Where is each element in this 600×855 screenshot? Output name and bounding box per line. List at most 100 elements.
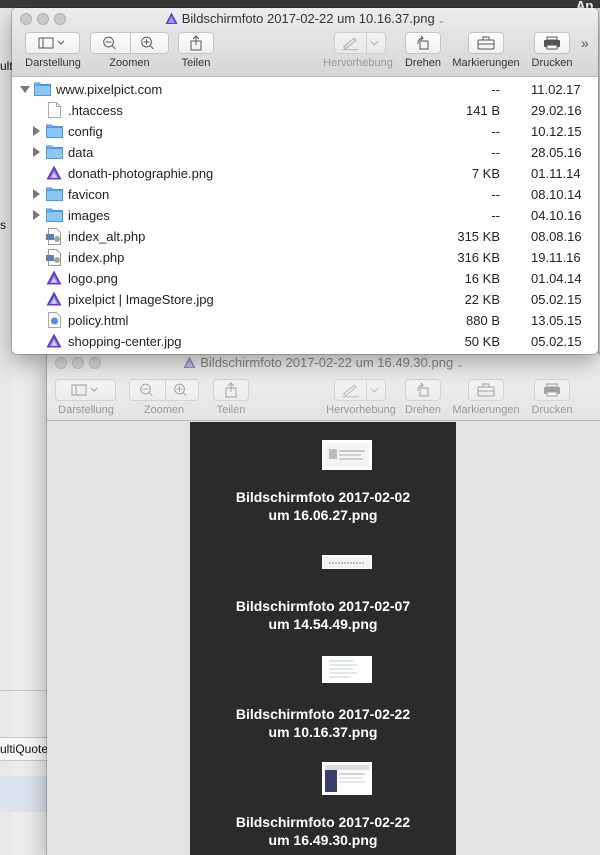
thumbnail-1-label: Bildschirmfoto 2017-02-02 um 16.06.27.png [235,489,411,523]
file-row[interactable]: config -- 10.12.15 [12,121,598,142]
highlight-button[interactable] [334,379,386,401]
thumbnail-3-label: Bildschirmfoto 2017-02-22 um 10.16.37.png [235,706,411,740]
print-label: Drucken [531,404,573,416]
document-icon [48,102,65,119]
file-size: -- [491,208,500,223]
affinity-image-icon [165,12,178,28]
titlebar[interactable]: Bildschirmfoto 2017-02-22 um 16.49.30.pn… [47,352,600,421]
printer-icon [544,383,560,397]
file-date: 08.08.16 [531,229,582,244]
thumbnail-3[interactable] [322,656,372,683]
view-button[interactable] [55,379,116,401]
printer-icon [544,36,560,50]
chevron-down-icon[interactable]: ⌄ [438,15,446,25]
share-label: Teilen [216,404,246,416]
file-size: 880 B [466,313,500,328]
markup-button[interactable] [468,32,504,54]
markup-button[interactable] [468,379,504,401]
folder-icon [46,207,63,224]
rotate-icon [417,35,429,50]
file-date: 04.10.16 [531,208,582,223]
file-row[interactable]: donath-photographie.png 7 KB 01.11.14 [12,163,598,184]
markup-label: Markierungen [452,57,520,69]
print-button[interactable] [534,379,570,401]
file-row[interactable]: www.pixelpict.com -- 11.02.17 [12,79,598,100]
file-list[interactable]: www.pixelpict.com -- 11.02.17 .htaccess 141 … [12,77,598,354]
thumbnail-image [325,443,369,467]
file-row[interactable]: policy.html 880 B 13.05.15 [12,310,598,331]
file-row[interactable]: data -- 28.05.16 [12,142,598,163]
folder-icon [34,81,51,98]
view-label: Darstellung [25,57,81,69]
disclosure-triangle-collapsed-icon[interactable] [33,147,40,157]
view-button[interactable] [25,32,80,54]
file-date: 13.05.15 [531,313,582,328]
toolbar-overflow-button[interactable]: » [581,35,589,51]
file-name: shopping-center.jpg [68,334,182,349]
disclosure-triangle-collapsed-icon[interactable] [33,126,40,136]
share-icon [190,35,202,51]
file-size: 315 KB [457,229,500,244]
disclosure-triangle-collapsed-icon[interactable] [33,189,40,199]
file-size: -- [491,145,500,160]
background-label-quote: ultiQuote [0,742,49,756]
preview-window-front[interactable]: Bildschirmfoto 2017-02-22 um 10.16.37.pn… [12,8,598,354]
affinity-image-icon [46,291,63,308]
titlebar[interactable]: Bildschirmfoto 2017-02-22 um 10.16.37.pn… [12,8,598,77]
chevron-down-icon[interactable]: ⌄ [456,359,464,369]
thumbnail-4[interactable] [322,762,372,795]
print-button[interactable] [534,32,570,54]
thumbnail-2[interactable] [322,555,372,569]
file-row[interactable]: images -- 04.10.16 [12,205,598,226]
zoom-icons [140,383,187,397]
file-size: 141 B [466,103,500,118]
window-title: Bildschirmfoto 2017-02-22 um 10.16.37.pn… [12,11,598,28]
file-row[interactable]: favicon -- 08.10.14 [12,184,598,205]
window-title-text: Bildschirmfoto 2017-02-22 um 16.49.30.pn… [200,355,454,370]
php-file-icon [46,228,63,245]
rotate-button[interactable] [405,379,441,401]
file-name: index_alt.php [68,229,146,244]
file-row[interactable]: index.php 316 KB 19.11.16 [12,247,598,268]
disclosure-triangle-expanded-icon[interactable] [20,86,30,93]
file-row[interactable]: pixelpict | ImageStore.jpg 22 KB 05.02.15 [12,289,598,310]
thumbnail-2-label: Bildschirmfoto 2017-02-07 um 14.54.49.png [235,598,411,632]
preview-window-back[interactable]: Bildschirmfoto 2017-02-22 um 16.49.30.pn… [47,352,600,855]
file-size: 50 KB [464,334,500,349]
disclosure-triangle-collapsed-icon[interactable] [33,210,40,220]
background-label-mid: s [0,218,6,232]
file-name: www.pixelpict.com [56,82,163,97]
zoom-segment[interactable] [129,379,199,401]
file-name: logo.png [68,271,118,286]
share-label: Teilen [181,57,211,69]
toolbox-icon [477,36,495,50]
file-size: 16 KB [464,271,500,286]
zoom-segment[interactable] [90,32,169,54]
file-row[interactable]: .htaccess 141 B 29.02.16 [12,100,598,121]
file-row[interactable]: shopping-center.jpg 50 KB 05.02.15 [12,331,598,352]
highlight-label: Hervorhebung [326,404,396,416]
affinity-image-icon [46,165,63,182]
file-size: 7 KB [471,166,500,181]
thumbnail-4-label: Bildschirmfoto 2017-02-22 um 16.49.30.png [235,814,411,848]
file-name: images [68,208,110,223]
file-date: 01.04.14 [531,271,582,286]
rotate-label: Drehen [404,57,442,69]
file-row[interactable]: logo.png 16 KB 01.04.14 [12,268,598,289]
share-button[interactable] [213,379,249,401]
file-date: 05.02.15 [531,334,582,349]
highlight-button[interactable] [334,32,386,54]
file-row[interactable]: index_alt.php 315 KB 08.08.16 [12,226,598,247]
share-button[interactable] [178,32,214,54]
thumbnail-image [323,657,371,682]
rotate-icon [417,382,429,397]
file-size: 22 KB [464,292,500,307]
thumbnail-sidebar[interactable]: Bildschirmfoto 2017-02-02 um 16.06.27.png… [190,422,456,855]
file-name: favicon [68,187,110,202]
folder-icon [46,144,63,161]
folder-icon [46,186,63,203]
rotate-button[interactable] [405,32,441,54]
affinity-image-icon [46,333,63,350]
thumbnail-1[interactable] [322,440,372,470]
zoom-label: Zoomen [143,404,185,416]
